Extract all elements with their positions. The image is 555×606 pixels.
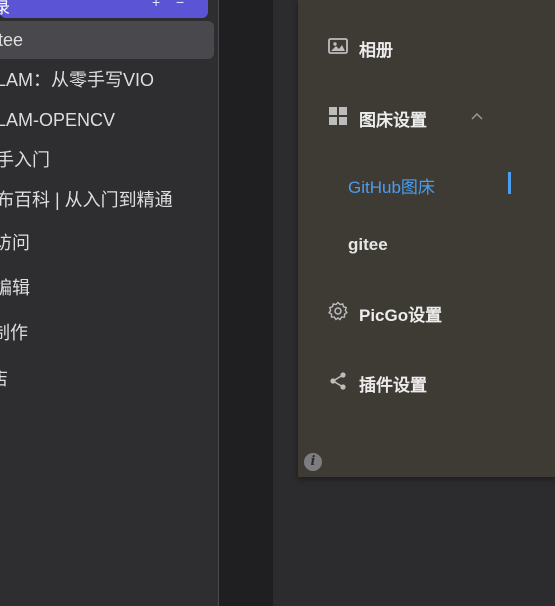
sidebar-item-label: 制作 bbox=[0, 323, 28, 343]
sidebar-item-visit[interactable]: 访问 bbox=[0, 224, 214, 262]
sidebar-item-label: 编辑 bbox=[0, 278, 30, 298]
picgo-settings-panel: 相册 图床设置 GitHub图床 gitee PicGo设置 插件设置 i bbox=[298, 0, 555, 477]
nav-picgo-settings[interactable]: PicGo设置 bbox=[298, 291, 555, 331]
grid-icon bbox=[328, 106, 348, 126]
sidebar-item-label: 访问 bbox=[0, 233, 30, 253]
sidebar-item-label: 店 bbox=[0, 360, 8, 398]
sidebar-item-label: tee bbox=[0, 30, 24, 50]
sidebar-item-vio[interactable]: LAM：从零手写VIO bbox=[0, 61, 214, 99]
submenu-gitee[interactable]: gitee bbox=[348, 235, 388, 255]
sidebar-item-gitee[interactable]: tee bbox=[0, 21, 214, 59]
remove-icon[interactable]: − bbox=[176, 0, 184, 10]
gear-icon bbox=[328, 301, 348, 321]
sidebar-item-store[interactable]: 店 bbox=[0, 360, 214, 398]
sidebar-item-edit[interactable]: 编辑 bbox=[0, 269, 214, 307]
nav-pic-bed-settings[interactable]: 图床设置 bbox=[298, 96, 555, 136]
sidebar-item-label: 布百科 | 从入门到精通 bbox=[0, 190, 173, 210]
sidebar-item-encyclopedia[interactable]: 布百科 | 从入门到精通 bbox=[0, 181, 214, 219]
dark-column bbox=[219, 0, 273, 606]
active-indicator bbox=[508, 172, 511, 194]
sidebar-item-opencv[interactable]: LAM-OPENCV bbox=[0, 101, 214, 139]
info-icon[interactable]: i bbox=[304, 453, 322, 471]
nav-plugin-settings[interactable]: 插件设置 bbox=[298, 361, 555, 401]
submenu-github[interactable]: GitHub图床 bbox=[348, 173, 435, 198]
sidebar-item-label: LAM：从零手写VIO bbox=[0, 70, 155, 90]
sidebar-item-make[interactable]: 制作 bbox=[0, 314, 214, 352]
image-icon bbox=[328, 36, 348, 56]
nav-album[interactable]: 相册 bbox=[298, 26, 555, 66]
share-icon bbox=[328, 371, 348, 391]
chevron-up-icon[interactable] bbox=[470, 106, 484, 126]
notebook-title: 录 bbox=[0, 0, 11, 17]
nav-label: 插件设置 bbox=[359, 376, 427, 395]
active-notebook-header[interactable]: 录 + − bbox=[0, 0, 208, 18]
sidebar-item-label: LAM-OPENCV bbox=[0, 110, 116, 130]
add-icon[interactable]: + bbox=[152, 0, 160, 10]
nav-label: PicGo设置 bbox=[359, 306, 443, 325]
nav-label: 图床设置 bbox=[359, 111, 427, 130]
sidebar-item-label: 手入门 bbox=[0, 150, 50, 170]
sidebar-item-intro[interactable]: 手入门 bbox=[0, 141, 214, 179]
notes-sidebar: 录 + − tee LAM：从零手写VIO LAM-OPENCV 手入门 布百科… bbox=[0, 0, 218, 606]
nav-label: 相册 bbox=[359, 41, 393, 60]
